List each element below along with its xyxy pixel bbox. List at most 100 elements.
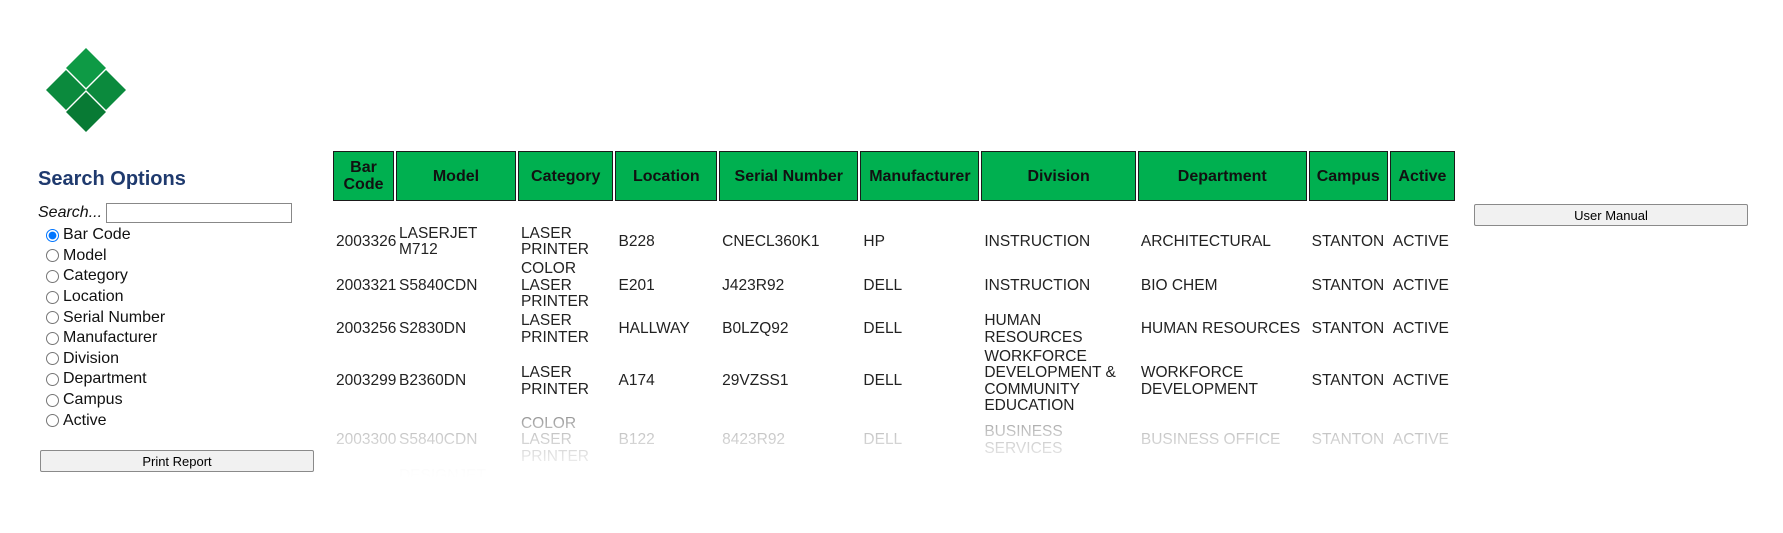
table-cell [1309, 467, 1388, 487]
column-header[interactable]: Serial Number [719, 151, 859, 201]
table-row[interactable]: DESIGNJET [333, 467, 1455, 487]
search-options-panel: Search Options Search... Bar Code Model Ca… [38, 168, 328, 431]
user-manual-button[interactable]: User Manual [1474, 204, 1748, 226]
table-cell: ACTIVE [1392, 320, 1449, 338]
table-cell: S5840CDN [398, 276, 478, 294]
search-field-options: Bar Code Model Category Location Serial Numb… [38, 225, 328, 431]
table-cell: INSTRUCTION [984, 276, 1091, 294]
search-option-radio[interactable] [46, 228, 59, 242]
column-header[interactable]: Division [981, 151, 1136, 201]
search-option-radio[interactable] [46, 290, 59, 304]
column-header[interactable]: Campus [1308, 151, 1388, 201]
table-cell: 2003300 [336, 431, 397, 449]
table-header-row: Bar Code Model Category Location Serial Numb… [333, 151, 1455, 201]
search-option-item[interactable]: Serial Number [38, 307, 328, 328]
search-option-radio[interactable] [46, 393, 59, 407]
search-option-label: Division [63, 349, 120, 367]
table-cell: ARCHITECTURAL [1140, 232, 1271, 250]
search-option-item[interactable]: Active [38, 410, 328, 431]
search-row: Search... [38, 203, 328, 223]
table-cell [1138, 467, 1307, 487]
table-cell: BIO CHEM [1140, 276, 1218, 294]
table-cell: WORKFORCE DEVELOPMENT [1140, 364, 1258, 398]
table-cell: ACTIVE [1392, 372, 1449, 390]
search-option-label: Serial Number [63, 308, 166, 326]
search-option-item[interactable]: Category [38, 266, 328, 287]
table-cell [860, 467, 979, 487]
table-cell [333, 467, 394, 487]
table-cell: ACTIVE [1392, 431, 1449, 449]
table-cell: BUSINESS OFFICE [1140, 431, 1281, 449]
green-diamond-logo-icon [46, 48, 126, 132]
table-cell: HALLWAY [618, 320, 690, 338]
column-header[interactable]: Department [1137, 151, 1307, 201]
column-header[interactable]: Category [517, 151, 614, 201]
search-option-label: Model [63, 246, 107, 264]
column-header[interactable]: Model [395, 151, 516, 201]
column-header[interactable]: Bar Code [333, 151, 394, 201]
table-cell: 8423R92 [722, 431, 786, 449]
table-cell: S2830DN [398, 320, 467, 338]
table-cell: E201 [618, 276, 655, 294]
table-cell: LASERJET M712 [398, 224, 478, 258]
search-option-label: Location [63, 288, 124, 306]
table-row[interactable]: 2003300 S5840CDN COLOR LASER PRINTER B122 84… [333, 415, 1455, 467]
spacer-cell [333, 201, 1455, 223]
table-cell: 2003321 [336, 276, 397, 294]
search-option-radio[interactable] [46, 414, 59, 428]
search-option-item[interactable]: Model [38, 246, 328, 267]
search-option-label: Manufacturer [63, 329, 158, 347]
table-cell: HUMAN RESOURCES [1140, 320, 1301, 338]
search-option-label: Campus [63, 391, 123, 409]
table-cell: 29VZSS1 [722, 372, 789, 390]
search-option-radio[interactable] [46, 352, 59, 366]
table-cell: DELL [863, 320, 903, 338]
table-cell [615, 467, 717, 487]
table-cell: STANTON [1311, 276, 1385, 294]
table-cell: STANTON [1311, 320, 1385, 338]
spacer-row [333, 201, 1455, 223]
column-header[interactable]: Location [615, 151, 718, 201]
search-input[interactable] [106, 203, 293, 223]
print-report-button[interactable]: Print Report [40, 450, 314, 472]
inventory-table-container: Bar Code Model Category Location Serial Numb… [331, 151, 1457, 486]
search-label: Search... [38, 204, 103, 221]
table-cell [518, 467, 614, 487]
search-option-radio[interactable] [46, 311, 59, 325]
search-option-radio[interactable] [46, 331, 59, 345]
table-cell: B0LZQ92 [722, 320, 789, 338]
table-cell: LASER PRINTER [520, 224, 589, 258]
column-header[interactable]: Active [1389, 151, 1455, 201]
table-cell: A174 [618, 372, 655, 390]
table-cell [981, 467, 1136, 487]
search-options-title: Search Options [38, 168, 186, 190]
search-option-radio[interactable] [46, 269, 59, 283]
table-cell: ACTIVE [1392, 276, 1449, 294]
table-cell: B2360DN [398, 372, 467, 390]
table-cell: STANTON [1311, 431, 1385, 449]
table-row[interactable]: 2003321 S5840CDN COLOR LASER PRINTER E201 J4… [333, 260, 1455, 311]
search-option-label: Bar Code [63, 226, 131, 244]
table-cell: WORKFORCE DEVELOPMENT & COMMUNITY EDUCAT… [984, 347, 1116, 414]
search-option-item[interactable]: Manufacturer [38, 328, 328, 349]
table-cell: STANTON [1311, 372, 1385, 390]
search-option-item[interactable]: Campus [38, 390, 328, 411]
table-row[interactable]: 2003326 LASERJET M712 LASER PRINTER B228 CNE… [333, 223, 1455, 261]
search-option-item[interactable]: Department [38, 369, 328, 390]
table-cell: STANTON [1311, 232, 1385, 250]
search-option-item[interactable]: Division [38, 349, 328, 370]
table-row[interactable]: 2003299 B2360DN LASER PRINTER A174 29VZSS1 DE… [333, 347, 1455, 415]
table-cell: COLOR LASER PRINTER [520, 414, 589, 465]
table-cell: INSTRUCTION [984, 232, 1091, 250]
table-cell: LASER PRINTER [520, 364, 589, 398]
table-cell: DELL [863, 431, 903, 449]
table-cell: 2003326 [336, 232, 397, 250]
search-option-item[interactable]: Bar Code [38, 225, 328, 246]
inventory-table: Bar Code Model Category Location Serial Numb… [331, 151, 1457, 486]
table-row[interactable]: 2003256 S2830DN LASER PRINTER HALLWAY B0LZQ9… [333, 311, 1455, 349]
search-option-radio[interactable] [46, 372, 59, 386]
search-option-radio[interactable] [46, 249, 59, 263]
search-option-item[interactable]: Location [38, 287, 328, 308]
column-header[interactable]: Manufacturer [860, 151, 980, 201]
search-option-label: Department [63, 370, 147, 388]
